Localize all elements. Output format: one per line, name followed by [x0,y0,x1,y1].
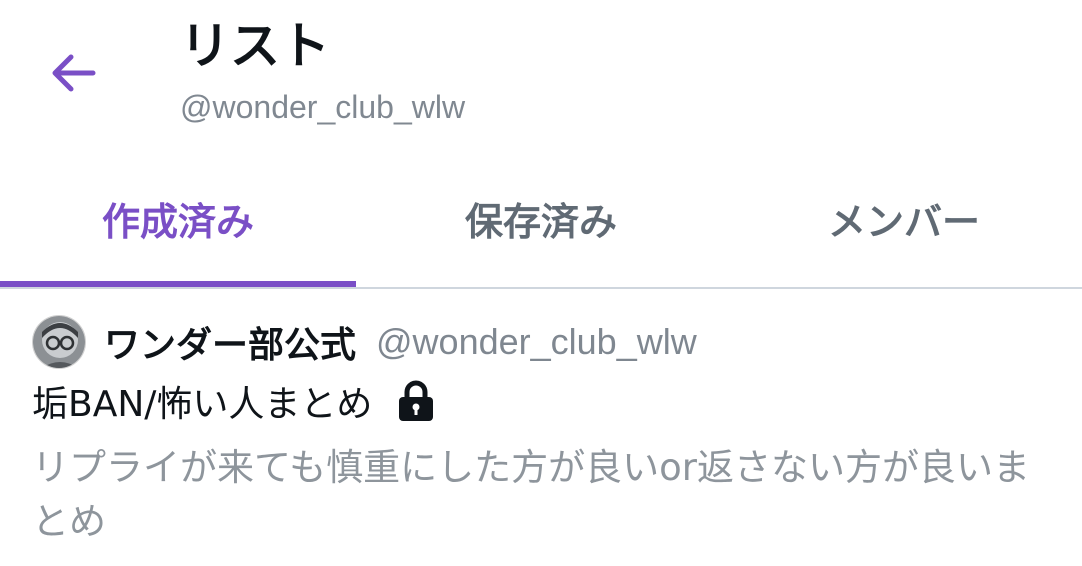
header: リスト @wonder_club_wlw [0,0,1082,150]
list-name-row: 垢BAN/怖い人まとめ [32,375,438,427]
tab-created[interactable]: 作成済み [0,150,356,286]
tab-members[interactable]: メンバー [726,150,1082,286]
page-subtitle-handle: @wonder_club_wlw [180,89,466,125]
tabs-divider [0,287,1082,289]
tab-bar: 作成済み 保存済み メンバー [0,150,1082,290]
list-owner-handle: @wonder_club_wlw [376,321,697,362]
back-button[interactable] [40,45,106,101]
list-name: 垢BAN/怖い人まとめ [32,384,373,425]
arrow-left-icon [52,54,96,92]
lock-icon [394,379,438,423]
list-owner-row: ワンダー部公式 @wonder_club_wlw [32,315,697,369]
avatar [32,315,86,369]
list-item[interactable]: ワンダー部公式 @wonder_club_wlw 垢BAN/怖い人まとめ リプラ… [0,291,1082,566]
list-owner-name: ワンダー部公式 [104,325,357,366]
list-description: リプライが来ても慎重にした方が良いor返さない方が良いまとめ [32,446,1030,543]
tab-saved[interactable]: 保存済み [356,150,726,286]
page-title: リスト [180,17,330,75]
